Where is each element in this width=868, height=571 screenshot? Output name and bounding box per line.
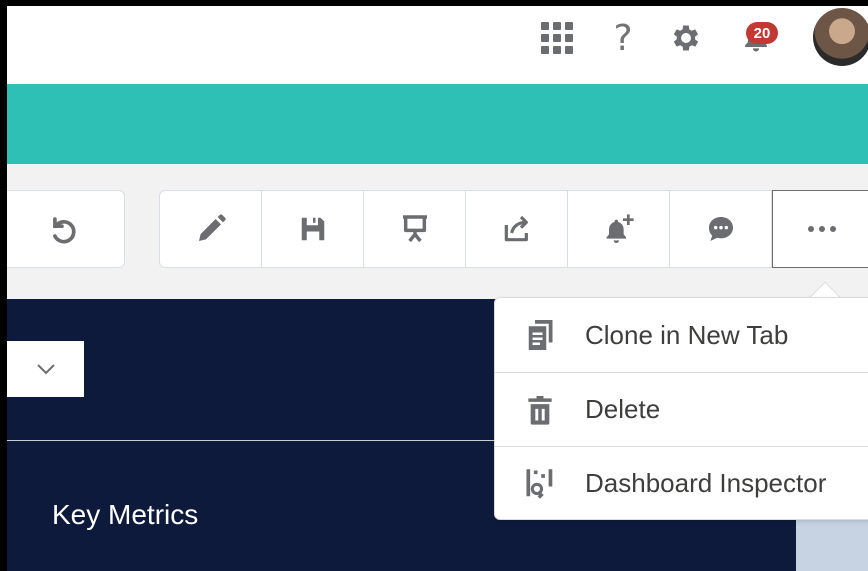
present-button[interactable]	[364, 191, 466, 267]
help-icon[interactable]: ?	[605, 16, 641, 60]
save-icon	[301, 217, 324, 241]
save-button[interactable]	[262, 191, 364, 267]
more-actions-menu: Clone in New Tab Delete Dashboard Inspec…	[494, 297, 868, 520]
bell-plus-icon	[606, 214, 634, 243]
subscribe-button[interactable]	[568, 191, 670, 267]
trash-icon	[528, 395, 552, 425]
more-actions-button[interactable]	[772, 190, 868, 268]
dashboard-toolbar	[7, 164, 868, 299]
share-icon	[504, 215, 528, 242]
undo-icon	[53, 217, 76, 244]
section-title: Key Metrics	[52, 499, 199, 530]
notification-count-badge: 20	[746, 22, 778, 44]
menu-item-delete[interactable]: Delete	[495, 372, 868, 446]
menu-item-label: Clone in New Tab	[585, 319, 789, 350]
brand-band	[7, 84, 868, 164]
comment-button[interactable]	[670, 191, 772, 267]
user-avatar[interactable]	[813, 8, 868, 66]
more-dots-icon	[808, 226, 836, 232]
action-button-group	[159, 190, 868, 268]
app-window: ? 20 Key Metrics Clone in New Tab Delete…	[7, 6, 868, 571]
chat-bubble-icon	[708, 217, 733, 241]
menu-item-label: Dashboard Inspector	[585, 468, 827, 498]
share-button[interactable]	[466, 191, 568, 267]
menu-item-label: Delete	[585, 394, 661, 424]
global-header: ? 20	[7, 6, 868, 84]
widget-panel	[796, 519, 868, 571]
presentation-icon	[402, 215, 427, 243]
gear-icon[interactable]	[667, 19, 705, 57]
clone-icon	[528, 320, 553, 350]
menu-item-clone[interactable]: Clone in New Tab	[495, 298, 868, 372]
filter-dropdown[interactable]	[7, 341, 84, 397]
app-launcher-icon[interactable]	[537, 18, 577, 58]
menu-item-inspector[interactable]: Dashboard Inspector	[495, 446, 868, 520]
edit-button[interactable]	[160, 191, 262, 267]
chevron-down-icon	[36, 364, 55, 375]
undo-button[interactable]	[7, 190, 125, 268]
inspector-icon	[526, 468, 553, 499]
pencil-icon	[198, 214, 226, 241]
